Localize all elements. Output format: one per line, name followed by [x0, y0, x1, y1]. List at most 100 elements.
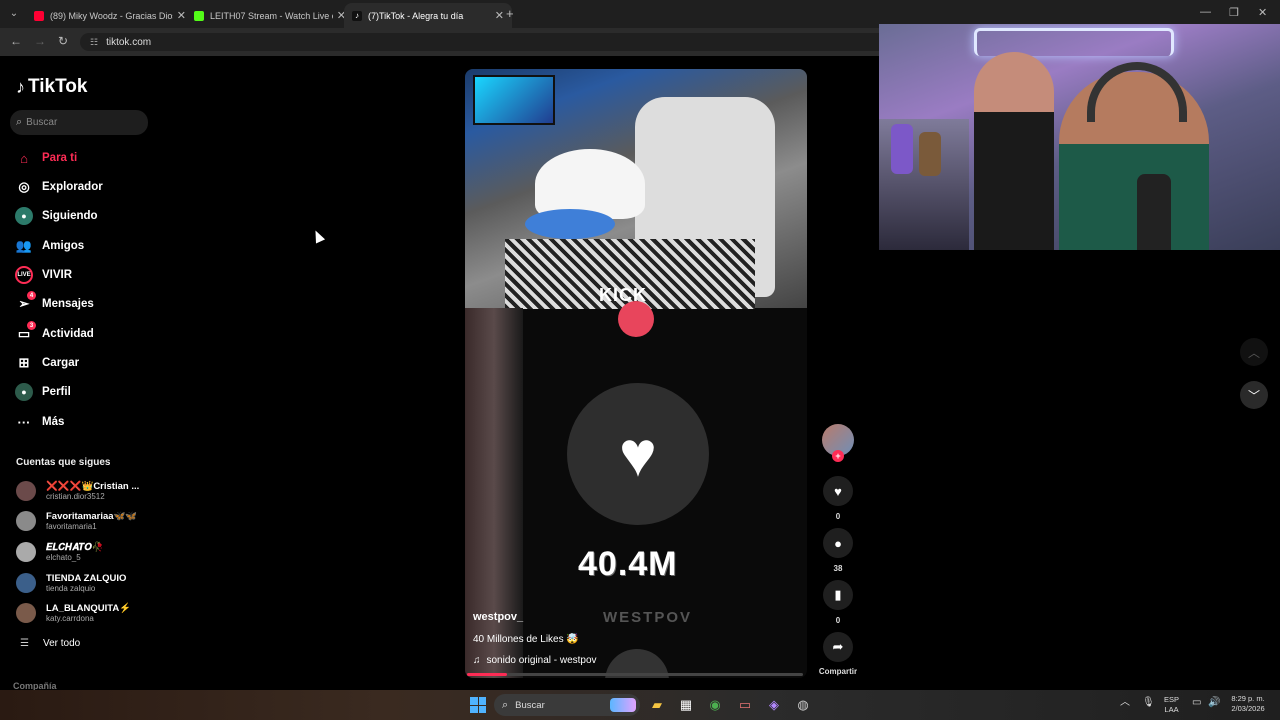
forward-icon[interactable]: →: [34, 34, 46, 48]
url-field[interactable]: ☷ tiktok.com: [80, 33, 900, 51]
following-account[interactable]: 𝑬𝑳𝑪𝑯𝑨𝑻𝑶🥀 elchato_5: [16, 542, 104, 562]
nav-siguiendo[interactable]: ● Siguiendo: [15, 206, 98, 226]
taskbar: [0, 690, 1280, 720]
messages-badge: 4: [27, 291, 36, 300]
comment-action[interactable]: ● 38: [822, 528, 854, 573]
tab-youtube[interactable]: (89) Miky Woodz - Gracias Dios ✕: [26, 3, 194, 28]
tiktok-favicon-icon: ♪: [352, 10, 362, 21]
windows-start-icon[interactable]: [470, 697, 486, 713]
nav-para-ti[interactable]: ⌂ Para ti: [15, 148, 77, 168]
language-indicator[interactable]: ESP LAA: [1164, 695, 1179, 715]
nav-vivir[interactable]: LIVE VIVIR: [15, 265, 72, 285]
upload-icon: ⊞: [18, 355, 30, 370]
see-all-link[interactable]: ☰ Ver todo: [20, 638, 80, 649]
search-icon: ⌕: [502, 698, 509, 711]
share-icon[interactable]: ➦: [823, 632, 853, 662]
figure: [891, 124, 913, 174]
volume-icon[interactable]: 🔊: [1208, 698, 1220, 708]
likes-overlay-count: 40.4M: [578, 545, 678, 583]
nav-mas[interactable]: ··· Más: [15, 412, 65, 432]
site-info-icon[interactable]: ☷: [90, 37, 98, 48]
microphone-icon[interactable]: 🎙: [1142, 698, 1155, 708]
pink-circle: [618, 301, 654, 337]
figure: [919, 132, 941, 176]
clock[interactable]: 8:29 p. m. 2/03/2026: [1226, 694, 1270, 714]
taskbar-search[interactable]: ⌕ Buscar: [494, 694, 640, 716]
save-action[interactable]: ▮ 0: [822, 580, 854, 625]
follow-plus-icon[interactable]: +: [832, 450, 844, 462]
list-icon: ☰: [20, 638, 29, 649]
close-tab-icon[interactable]: ✕: [177, 9, 186, 22]
reload-icon[interactable]: ↻: [58, 34, 68, 48]
heart-icon[interactable]: ♥: [823, 476, 853, 506]
following-icon: ●: [15, 207, 33, 225]
nav-perfil[interactable]: ● Perfil: [15, 382, 71, 402]
new-tab-button[interactable]: +: [506, 6, 514, 21]
youtube-favicon-icon: [34, 10, 44, 21]
tiktok-logo[interactable]: ♪ TikTok: [16, 76, 87, 98]
close-window-icon[interactable]: ✕: [1258, 6, 1267, 19]
nav-actividad[interactable]: ▭ 3 Actividad: [15, 321, 94, 344]
microphone: [1137, 174, 1171, 250]
restore-icon[interactable]: ❐: [1229, 6, 1239, 19]
video-username[interactable]: westpov_: [473, 611, 523, 623]
tab-search-icon[interactable]: ⌄: [6, 5, 22, 21]
video-player[interactable]: KICK ♥ 40.4M WESTPOV westpov_ 40 Millone…: [465, 69, 807, 678]
tv-screen: [473, 75, 555, 125]
heart-tap-icon: ♥: [619, 418, 657, 490]
bookmark-icon[interactable]: ▮: [823, 580, 853, 610]
twitch-icon[interactable]: ◈: [764, 695, 784, 715]
live-icon: LIVE: [15, 266, 33, 284]
person-left: [974, 52, 1054, 250]
neon-sign: [974, 28, 1174, 56]
following-account[interactable]: ❌❌❌👑Cristian ... cristian.dior3512: [16, 481, 139, 501]
chevron-down-icon: ﹀: [1247, 388, 1260, 403]
back-icon[interactable]: ←: [10, 34, 22, 48]
tray-overflow-icon[interactable]: ︿: [1120, 698, 1130, 708]
tab-tiktok[interactable]: ♪ (7)TikTok - Alegra tu día ✕: [344, 3, 512, 28]
ghost-watermark: WESTPOV: [603, 609, 693, 626]
webcam-overlay: [879, 24, 1280, 250]
comment-icon[interactable]: ●: [823, 528, 853, 558]
close-tab-icon[interactable]: ✕: [495, 9, 504, 22]
next-video-button[interactable]: ﹀: [1240, 381, 1268, 409]
app-icon[interactable]: ▭: [735, 695, 755, 715]
following-account[interactable]: TIENDA ZALQUIO tienda zalquio: [16, 573, 126, 593]
search-input[interactable]: ⌕ Buscar: [10, 110, 148, 135]
video-progress-fill: [467, 673, 508, 676]
save-count: 0: [835, 616, 841, 625]
cap: [535, 149, 645, 219]
avatar: [16, 511, 36, 531]
network-icon[interactable]: ▭: [1192, 698, 1201, 708]
home-icon: ⌂: [20, 150, 28, 166]
nav-mensajes[interactable]: ➢ 4 Mensajes: [15, 291, 94, 314]
chevron-up-icon: ︿: [1247, 345, 1260, 360]
minimize-icon[interactable]: —: [1200, 6, 1211, 18]
activity-badge: 3: [27, 321, 36, 330]
following-account[interactable]: LA_BLANQUITA⚡ katy.carrdona: [16, 603, 131, 623]
mouse-cursor-icon: [310, 228, 326, 244]
messages-icon: ➢ 4: [15, 291, 36, 313]
video-caption: 40 Millones de Likes 🤯: [473, 634, 579, 645]
previous-video-button[interactable]: ︿: [1240, 338, 1268, 366]
video-progress-bar[interactable]: [467, 673, 803, 676]
following-account[interactable]: Favoritamariaa🦋🦋 favoritamaria1: [16, 511, 137, 531]
avatar: [16, 603, 36, 623]
file-explorer-icon[interactable]: ▰: [647, 695, 667, 715]
activity-icon: ▭ 3: [15, 321, 36, 343]
friends-icon: 👥: [15, 238, 33, 253]
nav-amigos[interactable]: 👥 Amigos: [15, 236, 84, 256]
video-sound[interactable]: ♫ sonido original - westpov: [473, 655, 597, 666]
obs-icon[interactable]: ◍: [793, 695, 813, 715]
tab-kick[interactable]: LEITH07 Stream - Watch Live o ✕: [186, 3, 354, 28]
following-section-title: Cuentas que sigues: [16, 457, 111, 468]
share-action[interactable]: ➦ Compartir: [812, 632, 864, 676]
like-action[interactable]: ♥ 0: [822, 476, 854, 521]
store-icon[interactable]: ▦: [676, 695, 696, 715]
search-icon: ⌕: [16, 116, 23, 128]
chrome-icon[interactable]: ◉: [705, 695, 725, 715]
nav-cargar[interactable]: ⊞ Cargar: [15, 353, 80, 373]
nav-explorador[interactable]: ◎ Explorador: [15, 177, 102, 197]
sidebar: ♪ TikTok ⌕ Buscar ⌂ Para ti ◎ Explorador…: [0, 60, 160, 691]
avatar: [16, 573, 36, 593]
